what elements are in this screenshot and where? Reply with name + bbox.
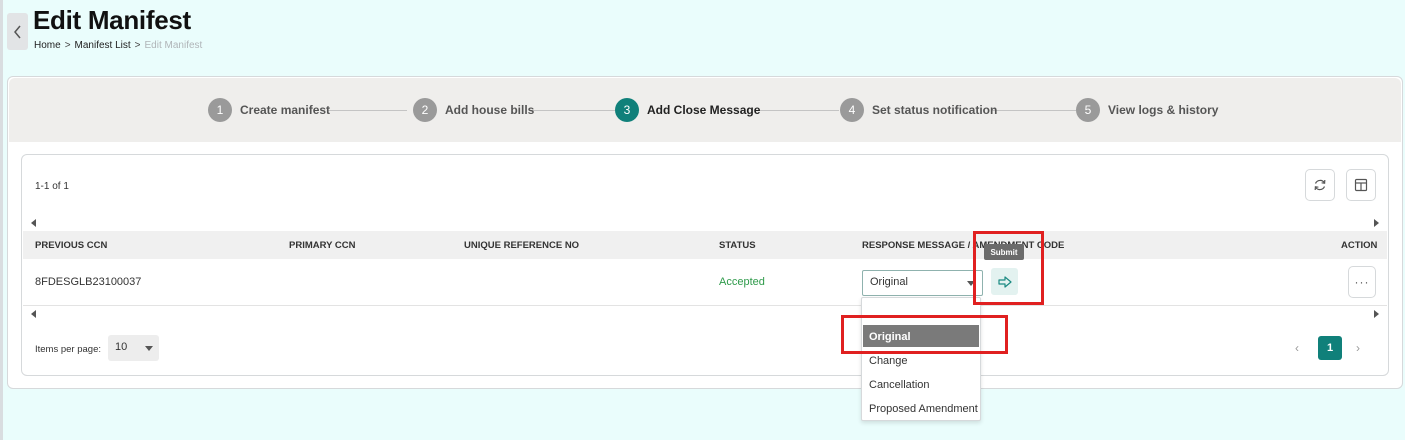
breadcrumb: Home > Manifest List > Edit Manifest	[34, 40, 202, 51]
items-per-page-value: 10	[115, 341, 128, 353]
response-message-select[interactable]: Original	[862, 270, 983, 296]
table-panel: 1-1 of 1 PREVIOUS CCN PRIMARY CCN UNIQUE…	[21, 154, 1389, 376]
step-connector	[755, 110, 839, 111]
items-per-page-label: Items per page:	[35, 344, 102, 355]
items-per-page-select[interactable]: 10	[108, 335, 159, 361]
horizontal-scrollbar-bottom[interactable]	[23, 307, 1387, 321]
step-add-house-bills[interactable]: 2 Add house bills	[413, 98, 534, 122]
breadcrumb-separator: >	[64, 40, 71, 51]
horizontal-scrollbar-top[interactable]	[23, 216, 1387, 230]
step-label: Add house bills	[445, 103, 535, 117]
scroll-right-icon[interactable]	[1374, 219, 1379, 227]
table-header: PREVIOUS CCN PRIMARY CCN UNIQUE REFERENC…	[23, 231, 1387, 259]
next-page-button[interactable]: ›	[1356, 341, 1360, 355]
step-add-close-message[interactable]: 3 Add Close Message	[615, 98, 760, 122]
breadcrumb-separator: >	[134, 40, 141, 51]
step-connector	[328, 110, 407, 111]
refresh-icon	[1314, 179, 1326, 191]
step-number: 2	[413, 98, 437, 122]
table-row: 8FDESGLB23100037 Accepted Original Submi…	[23, 244, 1387, 306]
previous-page-button[interactable]: ‹	[1295, 341, 1299, 355]
breadcrumb-current: Edit Manifest	[144, 40, 203, 51]
column-status[interactable]: STATUS	[719, 240, 756, 251]
step-label: Add Close Message	[647, 103, 761, 117]
column-primary-ccn[interactable]: PRIMARY CCN	[289, 240, 356, 251]
step-number: 4	[840, 98, 864, 122]
more-icon: ···	[1354, 275, 1370, 289]
step-connector	[991, 110, 1076, 111]
breadcrumb-manifest-list[interactable]: Manifest List	[75, 40, 131, 51]
step-create-manifest[interactable]: 1 Create manifest	[208, 98, 330, 122]
column-previous-ccn[interactable]: PREVIOUS CCN	[35, 240, 107, 251]
left-edge	[0, 0, 3, 440]
chevron-left-icon	[13, 25, 21, 38]
scroll-left-icon[interactable]	[31, 219, 36, 227]
step-number: 5	[1076, 98, 1100, 122]
option-proposed-amendment[interactable]: Proposed Amendment	[863, 397, 979, 419]
record-count: 1-1 of 1	[35, 181, 69, 192]
step-label: Create manifest	[240, 103, 331, 117]
stepper: 1 Create manifest 2 Add house bills 3 Ad…	[9, 78, 1401, 142]
cell-previous-ccn: 8FDESGLB23100037	[35, 276, 142, 288]
refresh-button[interactable]	[1305, 169, 1335, 201]
chevron-down-icon	[145, 346, 153, 351]
column-action: ACTION	[1341, 240, 1378, 251]
scroll-right-icon[interactable]	[1374, 310, 1379, 318]
page-1-button[interactable]: 1	[1318, 336, 1342, 360]
status-badge: Accepted	[719, 276, 765, 288]
back-button[interactable]	[7, 13, 28, 50]
annotation-highlight-submit	[973, 231, 1044, 305]
more-actions-button[interactable]: ···	[1348, 266, 1376, 298]
step-connector	[530, 110, 615, 111]
option-cancellation[interactable]: Cancellation	[863, 373, 979, 395]
column-layout-button[interactable]	[1346, 169, 1376, 201]
step-number: 3	[615, 98, 639, 122]
step-set-status-notification[interactable]: 4 Set status notification	[840, 98, 997, 122]
column-layout-icon	[1354, 178, 1368, 192]
step-view-logs-history[interactable]: 5 View logs & history	[1076, 98, 1218, 122]
scroll-left-icon[interactable]	[31, 310, 36, 318]
step-label: Set status notification	[872, 103, 998, 117]
step-number: 1	[208, 98, 232, 122]
response-message-value: Original	[870, 276, 908, 288]
page-title: Edit Manifest	[33, 5, 191, 35]
step-label: View logs & history	[1108, 103, 1219, 117]
column-unique-reference-no[interactable]: UNIQUE REFERENCE NO	[464, 240, 579, 251]
breadcrumb-home[interactable]: Home	[34, 40, 61, 51]
annotation-highlight-original	[841, 315, 1008, 354]
